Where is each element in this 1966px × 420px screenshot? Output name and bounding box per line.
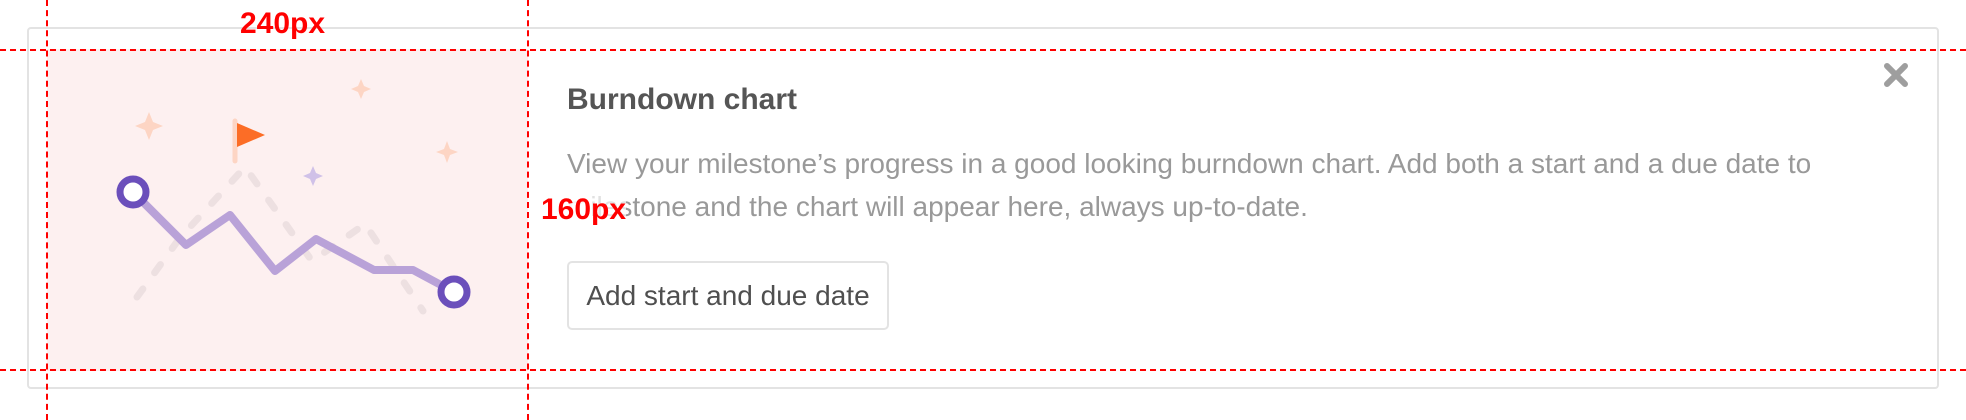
- close-icon: [1884, 63, 1908, 87]
- sparkle-icon: [351, 79, 371, 99]
- description-text-end: ilestone and the chart will appear here,…: [590, 191, 1308, 222]
- width-measurement-label: 240px: [240, 7, 326, 40]
- description-text: View your milestone’s progress in a good…: [567, 148, 1812, 179]
- start-point-icon: [116, 175, 150, 209]
- empty-state-title: Burndown chart: [567, 83, 797, 116]
- burndown-empty-state: Burndown chart View your milestone’s pro…: [0, 0, 1966, 420]
- sparkle-icon: [303, 166, 323, 186]
- sparkle-icon: [135, 112, 163, 140]
- flag-icon: [237, 123, 265, 147]
- height-measurement-label: 160px: [541, 193, 627, 227]
- burndown-line: [129, 188, 458, 296]
- burndown-illustration: [47, 49, 528, 371]
- close-button[interactable]: [1881, 60, 1911, 90]
- empty-state-description: View your milestone’s progress in a good…: [567, 142, 1847, 228]
- empty-state-content: Burndown chart View your milestone’s pro…: [567, 80, 1847, 228]
- end-point-icon: [437, 275, 471, 309]
- sparkle-icon: [436, 141, 458, 163]
- burndown-illustration-icon: [116, 79, 471, 315]
- add-start-and-due-date-button[interactable]: Add start and due date: [567, 261, 889, 330]
